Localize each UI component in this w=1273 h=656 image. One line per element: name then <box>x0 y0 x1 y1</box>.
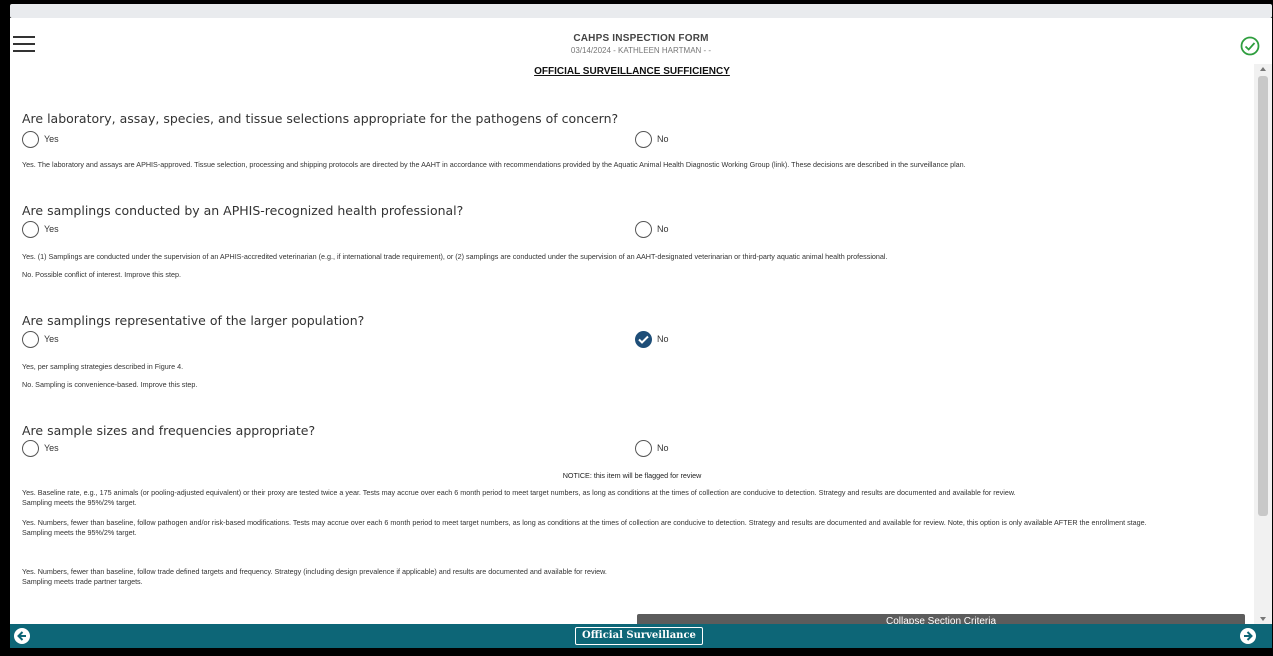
scroll-down-arrow-icon[interactable] <box>1260 617 1266 621</box>
app-title: CAHPS INSPECTION FORM <box>573 33 709 44</box>
option-target: Sampling meets trade partner targets. <box>22 577 143 586</box>
question-1-yes-label[interactable]: Yes <box>44 134 59 144</box>
question-3-no-label[interactable]: No <box>657 334 669 344</box>
question-4: Are sample sizes and frequencies appropr… <box>22 423 316 438</box>
form-content: OFFICIAL SURVEILLANCE SUFFICIENCY Are la… <box>10 64 1254 624</box>
question-3-yes-radio[interactable] <box>22 331 39 348</box>
question-2-option-2[interactable]: No. Possible conflict of interest. Impro… <box>22 270 1247 280</box>
question-4-yes-radio[interactable] <box>22 440 39 457</box>
footer-section-label[interactable]: Official Surveillance <box>575 627 703 645</box>
scroll-thumb[interactable] <box>1258 76 1268 516</box>
window-frame-bottom <box>0 648 1273 656</box>
question-4-no-label[interactable]: No <box>657 443 669 453</box>
scrollbar[interactable] <box>1254 64 1272 624</box>
app-subtitle: 03/14/2024 - KATHLEEN HARTMAN - - <box>570 46 712 55</box>
question-2-no-radio[interactable] <box>635 221 652 238</box>
option-text: Yes. Baseline rate, e.g., 175 animals (o… <box>22 488 1016 497</box>
option-target: Sampling meets the 95%/2% target. <box>22 528 137 537</box>
question-3: Are samplings representative of the larg… <box>22 313 365 328</box>
arrow-right-circle-icon[interactable] <box>1240 628 1256 644</box>
question-3-option-1[interactable]: Yes, per sampling strategies described i… <box>22 362 1247 372</box>
scroll-up-arrow-icon[interactable] <box>1260 67 1266 71</box>
question-2: Are samplings conducted by an APHIS-reco… <box>22 203 464 218</box>
option-text: Yes. Numbers, fewer than baseline, follo… <box>22 518 1147 527</box>
question-1-no-radio[interactable] <box>635 131 652 148</box>
question-1-yes-radio[interactable] <box>22 131 39 148</box>
question-4-option-1[interactable]: Yes. Baseline rate, e.g., 175 animals (o… <box>22 488 1247 508</box>
arrow-left-circle-icon[interactable] <box>14 628 30 644</box>
app-header: CAHPS INSPECTION FORM 03/14/2024 - KATHL… <box>10 28 1272 64</box>
question-4-option-2[interactable]: Yes. Numbers, fewer than baseline, follo… <box>22 518 1247 538</box>
section-title: OFFICIAL SURVEILLANCE SUFFICIENCY <box>534 66 730 77</box>
question-2-yes-radio[interactable] <box>22 221 39 238</box>
footer-bar: Official Surveillance <box>10 624 1272 648</box>
question-3-yes-label[interactable]: Yes <box>44 334 59 344</box>
question-4-yes-label[interactable]: Yes <box>44 443 59 453</box>
option-target: Sampling meets the 95%/2% target. <box>22 498 137 507</box>
question-4-no-radio[interactable] <box>635 440 652 457</box>
question-4-option-3[interactable]: Yes. Numbers, fewer than baseline, follo… <box>22 567 1247 587</box>
question-2-option-1[interactable]: Yes. (1) Samplings are conducted under t… <box>22 252 1247 262</box>
question-3-option-2[interactable]: No. Sampling is convenience-based. Impro… <box>22 380 1247 390</box>
checkmark-icon <box>638 335 649 344</box>
question-1: Are laboratory, assay, species, and tiss… <box>22 111 619 126</box>
review-notice: NOTICE: this item will be flagged for re… <box>562 471 702 480</box>
question-2-yes-label[interactable]: Yes <box>44 224 59 234</box>
title-block: CAHPS INSPECTION FORM 03/14/2024 - KATHL… <box>10 33 1272 55</box>
app-window: CAHPS INSPECTION FORM 03/14/2024 - KATHL… <box>10 18 1272 648</box>
option-text: Yes. Numbers, fewer than baseline, follo… <box>22 567 607 576</box>
question-2-no-label[interactable]: No <box>657 224 669 234</box>
question-3-no-radio[interactable] <box>635 331 652 348</box>
check-circle-icon[interactable] <box>1240 36 1260 56</box>
question-1-option-1[interactable]: Yes. The laboratory and assays are APHIS… <box>22 160 1247 170</box>
browser-toolbar-strip <box>10 4 1272 18</box>
question-1-no-label[interactable]: No <box>657 134 669 144</box>
